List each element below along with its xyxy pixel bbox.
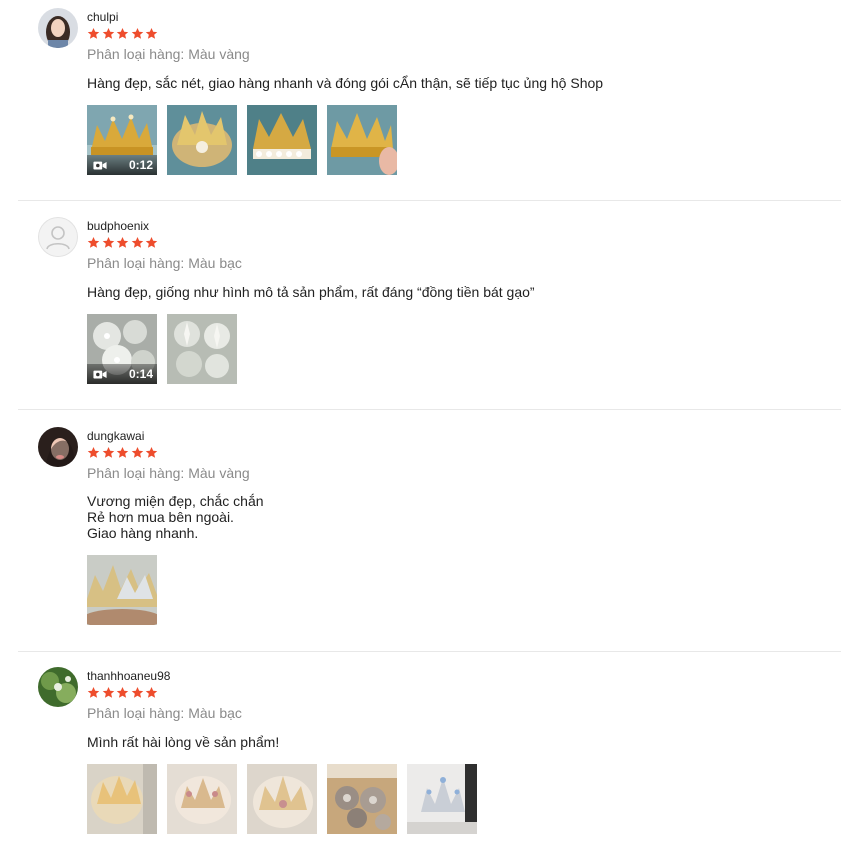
star-icon [102, 686, 115, 699]
review-comment: Mình rất hài lòng về sản phẩm! [87, 734, 279, 750]
image-thumbnail[interactable] [87, 764, 157, 834]
video-overlay: 0:12 [87, 155, 157, 175]
review-divider [18, 200, 841, 201]
review-item: budphoenix Phân loại hàng: Màu bạc Hàng … [18, 217, 841, 392]
star-icon [87, 236, 100, 249]
product-variant: Phân loại hàng: Màu vàng [87, 465, 250, 481]
comment-line: Hàng đẹp, giống như hình mô tả sản phẩm,… [87, 284, 535, 300]
video-camera-icon [93, 160, 107, 171]
image-thumbnail[interactable] [167, 105, 237, 175]
star-icon [116, 686, 129, 699]
star-icon [116, 446, 129, 459]
comment-line: Giao hàng nhanh. [87, 525, 199, 541]
comment-line: Rẻ hơn mua bên ngoài. [87, 509, 234, 525]
username[interactable]: budphoenix [87, 219, 149, 233]
username[interactable]: thanhhoaneu98 [87, 669, 170, 683]
star-icon [131, 686, 144, 699]
media-list [87, 555, 167, 625]
star-icon [116, 236, 129, 249]
star-icon [116, 27, 129, 40]
username[interactable]: chulpi [87, 10, 118, 24]
star-icon [131, 27, 144, 40]
user-avatar[interactable] [38, 667, 78, 707]
star-icon [145, 686, 158, 699]
comment-line: Vương miện đẹp, chắc chắn [87, 493, 264, 509]
review-comment: Hàng đẹp, giống như hình mô tả sản phẩm,… [87, 284, 535, 300]
review-item: chulpi Phân loại hàng: Màu vàng Hàng đẹp… [18, 8, 841, 183]
media-list: 0:12 [87, 105, 407, 175]
star-icon [87, 27, 100, 40]
star-icon [102, 446, 115, 459]
review-divider [18, 409, 841, 410]
review-item: dungkawai Phân loại hàng: Màu vàng Vương… [18, 427, 841, 637]
review-divider [18, 651, 841, 652]
image-thumbnail[interactable] [167, 314, 237, 384]
product-variant: Phân loại hàng: Màu vàng [87, 46, 250, 62]
review-comment: Hàng đẹp, sắc nét, giao hàng nhanh và đó… [87, 75, 603, 91]
rating-stars [87, 27, 160, 41]
review-comment: Vương miện đẹp, chắc chắn Rẻ hơn mua bên… [87, 493, 264, 541]
video-overlay: 0:14 [87, 364, 157, 384]
star-icon [102, 236, 115, 249]
rating-stars [87, 446, 160, 460]
star-icon [145, 446, 158, 459]
image-thumbnail[interactable] [167, 764, 237, 834]
star-icon [131, 446, 144, 459]
image-thumbnail[interactable] [247, 105, 317, 175]
star-icon [145, 236, 158, 249]
video-duration: 0:12 [128, 158, 153, 172]
video-duration: 0:14 [128, 367, 153, 381]
star-icon [87, 446, 100, 459]
rating-stars [87, 236, 160, 250]
comment-line: Mình rất hài lòng về sản phẩm! [87, 734, 280, 750]
star-icon [102, 27, 115, 40]
media-list: 0:14 [87, 314, 247, 384]
star-icon [131, 236, 144, 249]
image-thumbnail[interactable] [327, 105, 397, 175]
user-avatar[interactable] [38, 427, 78, 467]
star-icon [87, 686, 100, 699]
comment-line: Hàng đẹp, sắc nét, giao hàng nhanh và đó… [87, 75, 604, 91]
video-camera-icon [93, 369, 107, 380]
image-thumbnail[interactable] [407, 764, 477, 834]
username[interactable]: dungkawai [87, 429, 144, 443]
media-list [87, 764, 487, 834]
review-item: thanhhoaneu98 Phân loại hàng: Màu bạc Mì… [18, 667, 841, 851]
user-avatar[interactable] [38, 8, 78, 48]
default-avatar-icon [38, 217, 78, 257]
image-thumbnail[interactable] [327, 764, 397, 834]
video-thumbnail[interactable]: 0:14 [87, 314, 157, 384]
product-variant: Phân loại hàng: Màu bạc [87, 705, 242, 721]
rating-stars [87, 686, 160, 700]
image-thumbnail[interactable] [247, 764, 317, 834]
image-thumbnail[interactable] [87, 555, 157, 625]
star-icon [145, 27, 158, 40]
product-variant: Phân loại hàng: Màu bạc [87, 255, 242, 271]
video-thumbnail[interactable]: 0:12 [87, 105, 157, 175]
user-avatar[interactable] [38, 217, 78, 257]
